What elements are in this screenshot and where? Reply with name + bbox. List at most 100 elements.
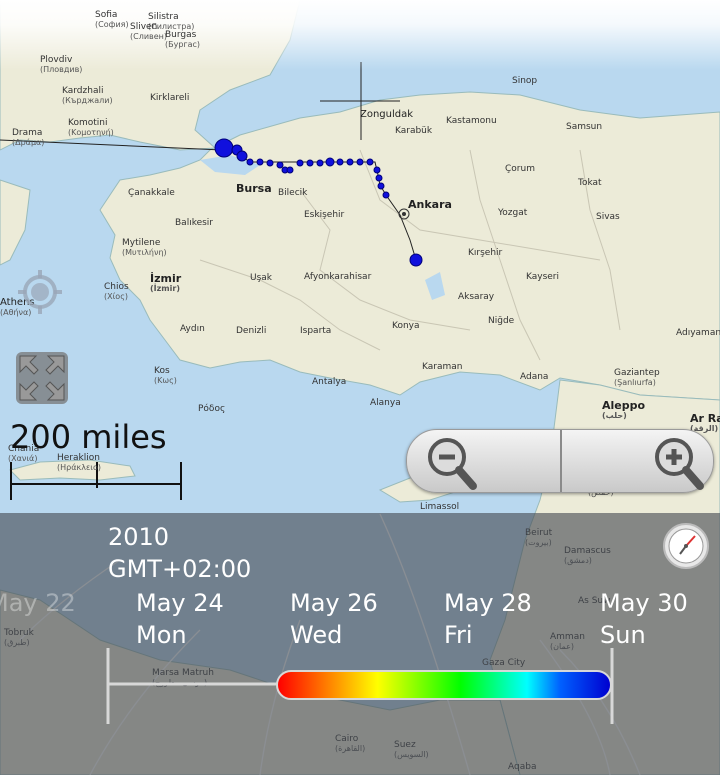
place-name: Yozgat bbox=[498, 208, 528, 218]
place-alt-name: (Пловдив) bbox=[40, 65, 83, 74]
place-alt-name: (İzmir) bbox=[150, 284, 180, 293]
place-label: Yozgat bbox=[498, 208, 527, 218]
place-label: Karaman bbox=[422, 362, 462, 372]
place-label: Tokat bbox=[578, 178, 602, 188]
place-name: Konya bbox=[392, 321, 420, 331]
place-name: Samsun bbox=[566, 122, 603, 132]
place-label: Adıyaman bbox=[676, 328, 720, 338]
place-name: Ρόδος bbox=[198, 404, 226, 414]
timeline-timezone: GMT+02:00 bbox=[108, 555, 252, 583]
place-label: Aleppo (حلب) bbox=[602, 400, 645, 421]
place-name: Bursa bbox=[236, 182, 272, 195]
place-name: Bilecik bbox=[278, 188, 308, 198]
place-alt-name: (Μυτιλήνη) bbox=[122, 248, 167, 257]
place-label: Sliven (Сливен) bbox=[130, 22, 167, 42]
time-range-slider[interactable] bbox=[276, 670, 612, 700]
timeline-date: May 30 bbox=[600, 589, 688, 617]
timeline-year: 2010 bbox=[108, 523, 170, 551]
place-name: Tokat bbox=[578, 178, 602, 188]
place-label: Burgas (Бургас) bbox=[165, 30, 200, 50]
place-label: Çanakkale bbox=[128, 188, 175, 198]
place-name: Gaziantep bbox=[614, 368, 660, 378]
place-label: Heraklion (Ηράκλειο) bbox=[57, 453, 101, 473]
place-label: Afyonkarahisar bbox=[304, 272, 371, 282]
place-label: Bilecik bbox=[278, 188, 307, 198]
zoom-control bbox=[406, 429, 714, 493]
place-alt-name: (Сливен) bbox=[130, 32, 168, 41]
locate-icon[interactable] bbox=[14, 266, 66, 318]
place-name: Aksaray bbox=[458, 292, 495, 302]
place-name: Kardzhali bbox=[62, 86, 104, 96]
place-alt-name: (Şanlıurfa) bbox=[614, 378, 656, 387]
place-name: Sivas bbox=[596, 212, 620, 222]
scale-label: 200 miles bbox=[10, 418, 167, 456]
place-label: Limassol bbox=[420, 502, 459, 512]
place-alt-name: (Бургас) bbox=[165, 40, 201, 49]
place-label: Eskişehir bbox=[304, 210, 344, 220]
fullscreen-icon[interactable] bbox=[14, 350, 70, 406]
place-alt-name: (Χίος) bbox=[104, 292, 129, 301]
place-name: Karabük bbox=[395, 126, 433, 136]
place-label: Gaziantep (Şanlıurfa) bbox=[614, 368, 660, 388]
place-label: Chios (Χίος) bbox=[104, 282, 129, 302]
zoom-in-icon bbox=[655, 438, 704, 490]
place-name: Aydın bbox=[180, 324, 205, 334]
place-label: Aydın bbox=[180, 324, 205, 334]
place-name: Silistra bbox=[148, 12, 179, 22]
place-name: Uşak bbox=[250, 273, 273, 283]
place-name: Isparta bbox=[300, 326, 332, 336]
place-name: Komotini bbox=[68, 118, 108, 128]
place-label: Samsun bbox=[566, 122, 602, 132]
place-alt-name: (Κως) bbox=[154, 376, 177, 385]
place-label: Adana bbox=[520, 372, 548, 382]
place-label: Komotini (Κομοτηνή) bbox=[68, 118, 114, 138]
place-name: Alanya bbox=[370, 398, 401, 408]
place-label: Bursa bbox=[236, 182, 272, 195]
place-name: Kayseri bbox=[526, 272, 560, 282]
place-label: Mytilene (Μυτιλήνη) bbox=[122, 238, 167, 258]
zoom-in-button[interactable] bbox=[562, 430, 715, 492]
timeline-date: May 22 bbox=[0, 589, 76, 617]
place-alt-name: (Κομοτηνή) bbox=[68, 128, 114, 137]
timeline-date: May 28 bbox=[444, 589, 532, 617]
place-name: Limassol bbox=[420, 502, 460, 512]
place-name: Sliven bbox=[130, 22, 158, 32]
place-label: Uşak bbox=[250, 273, 272, 283]
place-name: Denizli bbox=[236, 326, 267, 336]
place-name: Çorum bbox=[505, 164, 535, 174]
place-name: Balıkesir bbox=[175, 218, 214, 228]
place-label: Isparta bbox=[300, 326, 331, 336]
place-label: Çorum bbox=[505, 164, 535, 174]
place-name: Çanakkale bbox=[128, 188, 175, 198]
place-label: Ρόδος bbox=[198, 404, 225, 414]
place-alt-name: (Ηράκλειο) bbox=[57, 463, 101, 472]
place-label: Kos (Κως) bbox=[154, 366, 177, 386]
clock-icon[interactable] bbox=[662, 522, 710, 570]
place-label: Konya bbox=[392, 321, 420, 331]
place-name: Kastamonu bbox=[446, 116, 497, 126]
place-name: Sofia bbox=[95, 10, 118, 20]
place-name: Ankara bbox=[408, 198, 452, 211]
place-name: Kırşehir bbox=[468, 248, 503, 258]
place-label: Kayseri bbox=[526, 272, 559, 282]
place-alt-name: (Кърджали) bbox=[62, 96, 113, 105]
place-alt-name: (حلب) bbox=[602, 411, 627, 420]
place-label: Denizli bbox=[236, 326, 266, 336]
place-name: Eskişehir bbox=[304, 210, 345, 220]
place-label: Plovdiv (Пловдив) bbox=[40, 55, 82, 75]
place-name: Drama bbox=[12, 128, 43, 138]
timeline-date: May 26 bbox=[290, 589, 378, 617]
place-label: Kastamonu bbox=[446, 116, 497, 126]
place-name: Karaman bbox=[422, 362, 463, 372]
place-name: Sinop bbox=[512, 76, 538, 86]
place-label: Zonguldak bbox=[360, 110, 413, 120]
place-name: Antalya bbox=[312, 377, 347, 387]
place-label: Niğde bbox=[488, 316, 514, 326]
place-label: Kirklareli bbox=[150, 93, 189, 103]
place-name: Plovdiv bbox=[40, 55, 73, 65]
timeline-date: May 24 bbox=[136, 589, 224, 617]
place-label: İzmir (İzmir) bbox=[150, 273, 181, 294]
zoom-out-button[interactable] bbox=[407, 430, 560, 492]
place-alt-name: (София) bbox=[95, 20, 129, 29]
place-name: Kos bbox=[154, 366, 170, 376]
